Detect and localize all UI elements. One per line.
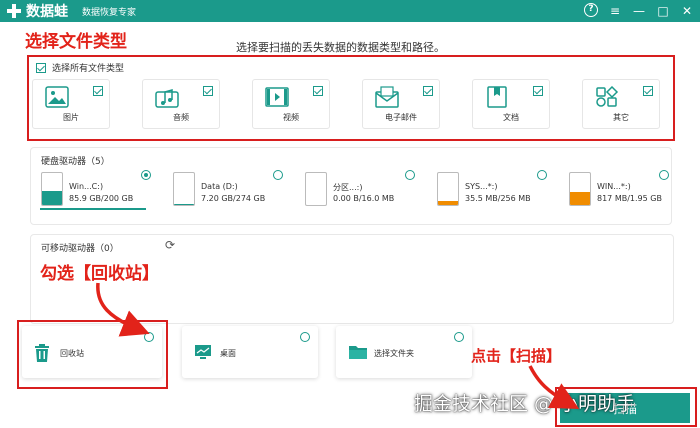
maximize-icon[interactable]: □ <box>656 3 670 19</box>
location-choose-folder-radio[interactable] <box>454 332 464 342</box>
type-label-email: 电子邮件 <box>385 113 417 122</box>
minimize-icon[interactable]: — <box>632 3 646 19</box>
drive-c-name: Win...C:) <box>69 182 104 191</box>
type-checkbox-other[interactable] <box>643 86 653 96</box>
location-desktop-label: 桌面 <box>220 349 236 358</box>
image-icon <box>45 86 69 108</box>
drive-sys-icon <box>437 172 459 206</box>
drive-d-size: 7.20 GB/274 GB <box>201 194 266 203</box>
highlight-recycle-bin <box>17 320 168 389</box>
drive-c-icon <box>41 172 63 206</box>
title-bar: 数据蛙 数据恢复专家 ? ≡ — □ ✕ <box>0 0 700 22</box>
drive-sys-fill <box>438 200 458 205</box>
drive-sys-radio[interactable] <box>537 170 547 180</box>
drive-c-size: 85.9 GB/200 GB <box>69 194 134 203</box>
document-icon <box>487 86 507 108</box>
selected-drive-indicator <box>40 208 146 210</box>
drive-d-fill <box>174 204 194 205</box>
type-label-other: 其它 <box>613 113 629 122</box>
type-card-video[interactable]: 视频 <box>252 79 330 129</box>
drive-c-radio[interactable] <box>141 170 151 180</box>
video-icon <box>265 87 289 107</box>
type-checkbox-audio[interactable] <box>203 86 213 96</box>
drive-c-fill <box>42 191 62 205</box>
type-card-other[interactable]: 其它 <box>582 79 660 129</box>
drive-partition-size: 0.00 B/16.0 MB <box>333 194 395 203</box>
other-icon <box>596 86 619 107</box>
location-choose-folder-label: 选择文件夹 <box>374 349 414 358</box>
drive-win-fill <box>570 191 590 205</box>
hard-drives-panel: 硬盘驱动器（5） Win...C:) 85.9 GB/200 GB Data (… <box>30 147 672 225</box>
select-all-types[interactable]: 选择所有文件类型 <box>36 61 124 74</box>
type-label-audio: 音频 <box>173 113 189 122</box>
drive-d[interactable]: Data (D:) 7.20 GB/274 GB <box>173 170 293 210</box>
file-types-panel: 选择所有文件类型 图片 音频 视频 电子邮件 文档 其它 <box>32 59 670 137</box>
type-checkbox-image[interactable] <box>93 86 103 96</box>
drive-sys[interactable]: SYS...*:) 35.5 MB/256 MB <box>437 170 557 210</box>
drive-partition-radio[interactable] <box>405 170 415 180</box>
type-card-email[interactable]: 电子邮件 <box>362 79 440 129</box>
drive-partition-icon <box>305 172 327 206</box>
location-choose-folder[interactable]: 选择文件夹 <box>336 326 472 378</box>
annotation-click-scan: 点击【扫描】 <box>471 347 562 365</box>
help-icon[interactable]: ? <box>584 3 598 17</box>
type-checkbox-video[interactable] <box>313 86 323 96</box>
type-label-video: 视频 <box>283 113 299 122</box>
drive-win-radio[interactable] <box>659 170 669 180</box>
location-desktop[interactable]: 桌面 <box>182 326 318 378</box>
removable-drives-title: 可移动驱动器（0） <box>41 244 119 254</box>
drive-d-icon <box>173 172 195 206</box>
instruction-text: 选择要扫描的丢失数据的数据类型和路径。 <box>236 41 445 54</box>
annotation-check-recycle: 勾选【回收站】 <box>40 264 159 284</box>
select-all-checkbox[interactable] <box>36 62 46 73</box>
menu-icon[interactable]: ≡ <box>608 3 622 19</box>
email-icon <box>375 86 399 108</box>
select-all-label: 选择所有文件类型 <box>52 64 125 74</box>
logo-icon <box>6 3 22 19</box>
drive-win-icon <box>569 172 591 206</box>
refresh-icon[interactable]: ⟳ <box>165 238 175 252</box>
app-name: 数据蛙 <box>26 4 68 20</box>
location-desktop-radio[interactable] <box>300 332 310 342</box>
drive-win-size: 817 MB/1.95 GB <box>597 194 662 203</box>
drive-win[interactable]: WIN...*:) 817 MB/1.95 GB <box>569 170 689 210</box>
type-card-audio[interactable]: 音频 <box>142 79 220 129</box>
annotation-select-type: 选择文件类型 <box>25 32 127 52</box>
type-checkbox-email[interactable] <box>423 86 433 96</box>
folder-icon <box>349 346 367 359</box>
desktop-icon <box>195 345 211 359</box>
drive-sys-name: SYS...*:) <box>465 182 498 191</box>
window-controls: ? ≡ — □ ✕ <box>584 3 694 19</box>
type-label-document: 文档 <box>503 113 519 122</box>
drive-partition-name: 分区...:) <box>333 183 363 192</box>
drive-d-name: Data (D:) <box>201 182 238 191</box>
watermark: 掘金技术社区 @ 小明助手 <box>414 393 636 415</box>
app-subtitle: 数据恢复专家 <box>82 7 137 18</box>
drive-sys-size: 35.5 MB/256 MB <box>465 194 531 203</box>
audio-icon <box>155 89 179 108</box>
type-label-image: 图片 <box>63 113 79 122</box>
drive-partition[interactable]: 分区...:) 0.00 B/16.0 MB <box>305 170 425 210</box>
type-checkbox-document[interactable] <box>533 86 543 96</box>
close-icon[interactable]: ✕ <box>680 3 694 19</box>
hard-drives-title: 硬盘驱动器（5） <box>41 157 110 167</box>
drive-d-radio[interactable] <box>273 170 283 180</box>
type-card-image[interactable]: 图片 <box>32 79 110 129</box>
type-card-document[interactable]: 文档 <box>472 79 550 129</box>
app-logo: 数据蛙 <box>6 1 68 21</box>
drive-win-name: WIN...*:) <box>597 182 631 191</box>
drive-c[interactable]: Win...C:) 85.9 GB/200 GB <box>41 170 161 210</box>
